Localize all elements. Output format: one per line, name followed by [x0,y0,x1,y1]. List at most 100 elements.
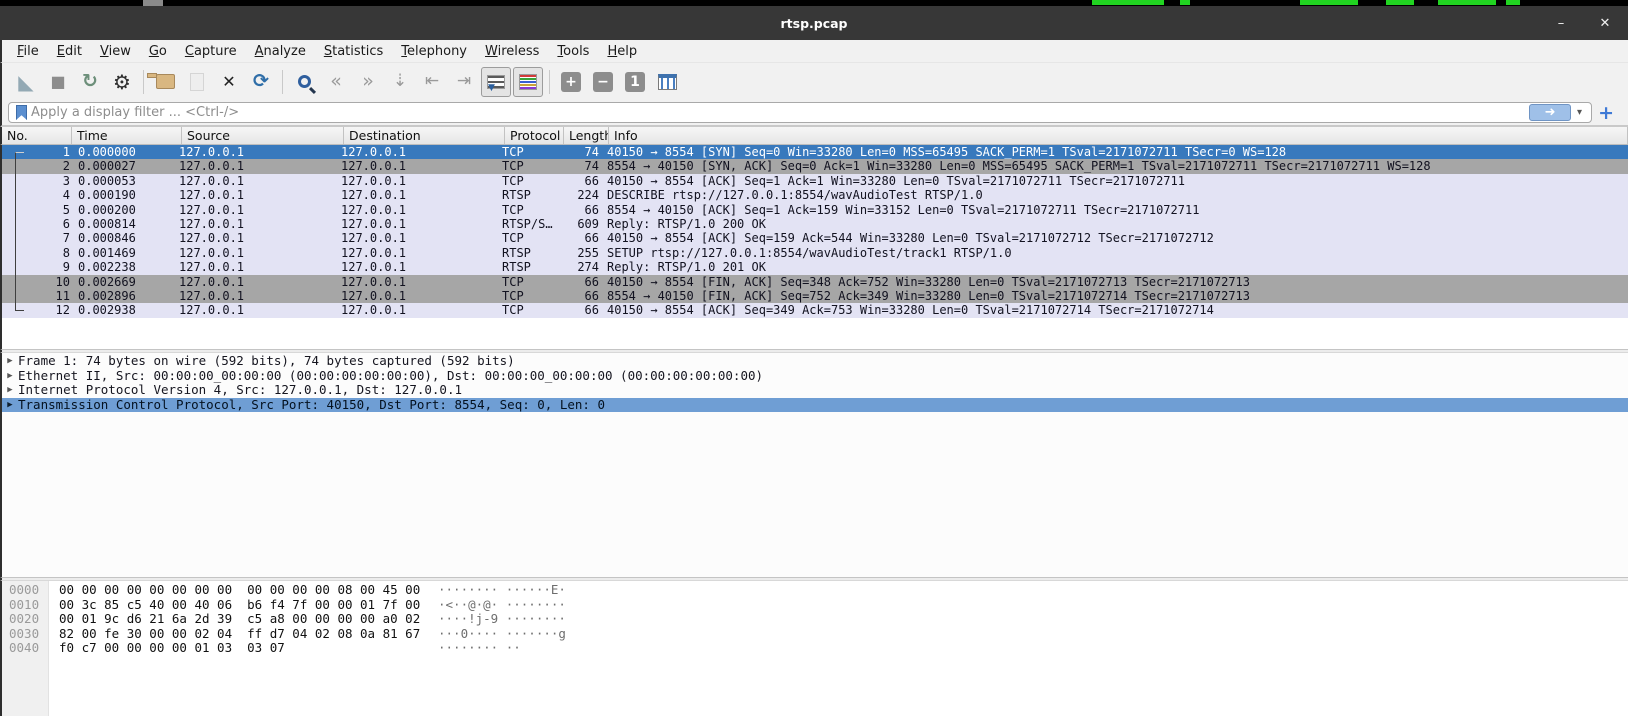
start-capture-button[interactable]: ◣ [11,67,41,97]
hex-bytes: 00 3c 85 c5 40 00 40 06 b6 f4 7f 00 00 0… [48,598,438,613]
close-button[interactable]: ✕ [1596,16,1614,31]
packet-row[interactable]: 120.002938127.0.0.1127.0.0.1TCP6640150 →… [2,303,1628,317]
menu-wireless[interactable]: Wireless [476,42,548,61]
add-filter-button[interactable]: + [1592,102,1622,124]
column-header-destination[interactable]: Destination [344,127,505,144]
column-header-source[interactable]: Source [182,127,344,144]
packet-cell-no: 12 [2,303,70,317]
packet-cell-len: 66 [556,174,599,188]
packet-cell-len: 274 [556,260,599,274]
go-forward-button[interactable]: » [353,67,383,97]
auto-scroll-icon [487,75,505,89]
menu-view[interactable]: View [91,42,140,61]
packet-cell-len: 609 [556,217,599,231]
column-header-info[interactable]: Info [609,127,1628,144]
column-header-length[interactable]: Length [564,127,609,144]
menu-file[interactable]: File [8,42,48,61]
title-bar[interactable]: rtsp.pcap – ✕ [0,6,1628,40]
zoom-out-button[interactable]: − [588,67,618,97]
packet-cell-src: 127.0.0.1 [174,159,336,173]
packet-row[interactable]: 40.000190127.0.0.1127.0.0.1RTSP224DESCRI… [2,188,1628,202]
menu-help[interactable]: Help [598,42,646,61]
colorize-toggle[interactable] [513,67,543,97]
colorize-icon [519,74,537,90]
menu-statistics[interactable]: Statistics [315,42,392,61]
detail-tree-row[interactable]: ▶Transmission Control Protocol, Src Port… [2,398,1628,413]
hex-dump-row[interactable]: 000000 00 00 00 00 00 00 00 00 00 00 00 … [2,583,1628,598]
column-header-time[interactable]: Time [72,127,182,144]
packet-row[interactable]: 30.000053127.0.0.1127.0.0.1TCP6640150 → … [2,174,1628,188]
hex-dump-row[interactable]: 001000 3c 85 c5 40 00 40 06 b6 f4 7f 00 … [2,598,1628,613]
normal-size-button[interactable]: 1 [620,67,650,97]
packet-cell-dst: 127.0.0.1 [336,231,497,245]
packet-row[interactable]: 70.000846127.0.0.1127.0.0.1TCP6640150 → … [2,231,1628,245]
restart-capture-button[interactable]: ↻ [75,67,105,97]
minimize-button[interactable]: – [1552,16,1570,31]
packet-bytes-pane: 000000 00 00 00 00 00 00 00 00 00 00 00 … [0,581,1628,716]
resize-columns-icon [658,74,677,90]
filter-bookmark-icon[interactable] [16,105,27,120]
apply-filter-button[interactable]: ➜ [1529,104,1571,121]
close-file-button[interactable]: ✕ [214,67,244,97]
packet-row[interactable]: 90.002238127.0.0.1127.0.0.1RTSP274Reply:… [2,260,1628,274]
menu-analyze[interactable]: Analyze [246,42,315,61]
display-filter-input[interactable] [31,105,1529,120]
packet-cell-time: 0.000846 [70,231,174,245]
find-packet-button[interactable] [289,67,319,97]
hex-ascii: ···0···· ·······g [438,627,566,642]
packet-cell-time: 0.000000 [70,145,174,159]
packet-row[interactable]: 20.000027127.0.0.1127.0.0.1TCP748554 → 4… [2,159,1628,173]
reload-icon: ⟳ [253,72,269,91]
expand-arrow-icon[interactable]: ▶ [2,398,18,413]
stop-capture-button[interactable]: ■ [43,67,73,97]
magnifier-icon [298,75,311,88]
open-file-button[interactable] [150,67,180,97]
chevrons-right-icon: » [362,72,374,91]
packet-cell-info: DESCRIBE rtsp://127.0.0.1:8554/wavAudioT… [599,188,1628,202]
reload-file-button[interactable]: ⟳ [246,67,276,97]
first-packet-button[interactable]: ⇤ [417,67,447,97]
packet-cell-len: 66 [556,275,599,289]
packet-cell-dst: 127.0.0.1 [336,246,497,260]
auto-scroll-toggle[interactable] [481,67,511,97]
detail-tree-row[interactable]: ▶Internet Protocol Version 4, Src: 127.0… [2,383,1628,398]
menu-capture[interactable]: Capture [176,42,246,61]
stop-icon: ■ [50,74,65,90]
save-file-button[interactable] [182,67,212,97]
packet-row[interactable]: 60.000814127.0.0.1127.0.0.1RTSP/S…609Rep… [2,217,1628,231]
capture-options-button[interactable]: ⚙ [107,67,137,97]
hex-dump-row[interactable]: 0040f0 c7 00 00 00 00 01 03 03 07·······… [2,641,1628,656]
menu-edit[interactable]: Edit [48,42,91,61]
filter-dropdown-caret-icon[interactable]: ▾ [1571,107,1588,118]
background-terminal-text-fragment [1386,0,1414,5]
detail-tree-row[interactable]: ▶Frame 1: 74 bytes on wire (592 bits), 7… [2,354,1628,369]
column-header-protocol[interactable]: Protocol [505,127,564,144]
go-to-packet-button[interactable]: ⇣ [385,67,415,97]
zoom-out-icon: − [593,72,613,92]
packet-row[interactable]: 80.001469127.0.0.1127.0.0.1RTSP255SETUP … [2,246,1628,260]
packet-cell-proto: TCP [497,174,556,188]
last-packet-button[interactable]: ⇥ [449,67,479,97]
expand-arrow-icon[interactable]: ▶ [2,369,18,384]
hex-dump-row[interactable]: 002000 01 9c d6 21 6a 2d 39 c5 a8 00 00 … [2,612,1628,627]
packet-row[interactable]: 10.000000127.0.0.1127.0.0.1TCP7440150 → … [2,145,1628,159]
expand-arrow-icon[interactable]: ▶ [2,383,18,398]
packet-cell-proto: RTSP [497,188,556,202]
expand-arrow-icon[interactable]: ▶ [2,354,18,369]
menu-telephony[interactable]: Telephony [392,42,476,61]
packet-row[interactable]: 50.000200127.0.0.1127.0.0.1TCP668554 → 4… [2,203,1628,217]
detail-tree-row[interactable]: ▶Ethernet II, Src: 00:00:00_00:00:00 (00… [2,369,1628,384]
background-terminal-text-fragment [1438,0,1496,5]
packet-cell-no: 10 [2,275,70,289]
menu-tools[interactable]: Tools [548,42,598,61]
resize-columns-button[interactable] [652,67,682,97]
zoom-in-button[interactable]: + [556,67,586,97]
packet-row[interactable]: 110.002896127.0.0.1127.0.0.1TCP668554 → … [2,289,1628,303]
column-header-no[interactable]: No. [2,127,72,144]
display-filter-field[interactable]: ➜ ▾ [8,102,1592,123]
menu-go[interactable]: Go [140,42,176,61]
packet-row[interactable]: 100.002669127.0.0.1127.0.0.1TCP6640150 →… [2,275,1628,289]
go-back-button[interactable]: « [321,67,351,97]
hex-dump-row[interactable]: 003082 00 fe 30 00 00 02 04 ff d7 04 02 … [2,627,1628,642]
packet-cell-proto: TCP [497,231,556,245]
